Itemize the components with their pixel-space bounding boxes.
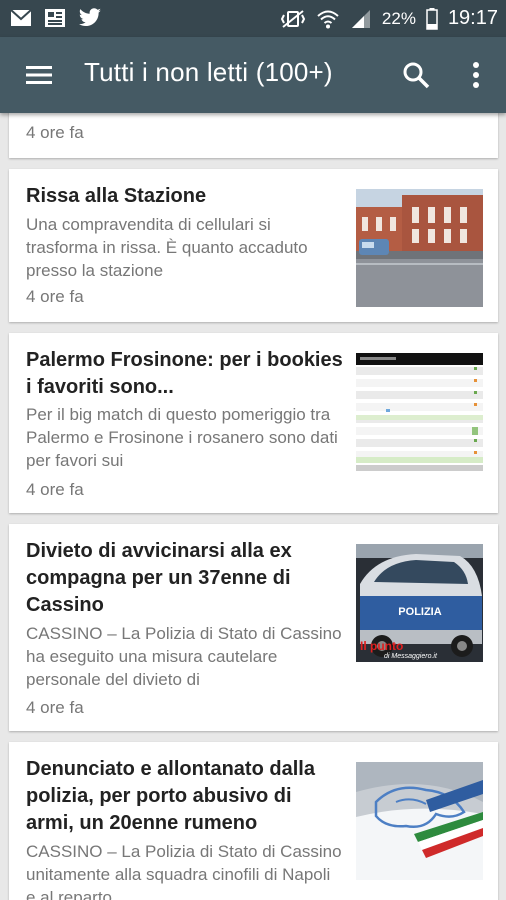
article-title: Palermo Frosinone: per i bookies i favor…: [26, 349, 343, 398]
thumbnail-watermark: Il punto: [360, 639, 403, 653]
vibrate-mode-icon: [280, 9, 306, 28]
article-thumbnail: [356, 353, 483, 471]
article-card[interactable]: Denunciato e allontanato dalla polizia, …: [9, 742, 498, 900]
signal-icon: [351, 9, 370, 28]
article-excerpt: CASSINO – La Polizia di Stato di Cassino…: [26, 624, 342, 689]
status-bar: 22% 19:17: [0, 0, 506, 37]
notification-icons: [10, 8, 102, 28]
system-icons: 22% 19:17: [280, 0, 498, 37]
article-time: 4 ore fa: [26, 287, 84, 306]
article-excerpt: CASSINO – La Polizia di Stato di Cassino…: [26, 842, 342, 900]
article-card[interactable]: Palermo Frosinone: per i bookies i favor…: [9, 333, 498, 513]
article-thumbnail: POLIZIA Il punto di Messaggiero.it: [356, 544, 483, 662]
clock: 19:17: [447, 7, 498, 29]
page-title: Tutti i non letti (100+): [84, 57, 333, 87]
article-title: Rissa alla Stazione: [26, 185, 207, 207]
article-feed[interactable]: 4 ore fa Rissa alla Stazione Una comprav…: [0, 113, 506, 900]
article-thumbnail: [356, 189, 483, 307]
thumbnail-watermark: di Messaggiero.it: [384, 653, 438, 660]
article-card[interactable]: Rissa alla Stazione Una compravendita di…: [9, 169, 498, 322]
search-icon[interactable]: [400, 59, 432, 91]
battery-icon: [426, 7, 438, 30]
menu-icon[interactable]: [24, 61, 54, 89]
overflow-menu-icon[interactable]: [466, 59, 486, 91]
news-app-icon: [45, 9, 65, 27]
battery-percent: 22%: [381, 8, 416, 28]
article-thumbnail: [356, 762, 483, 880]
wifi-icon: [317, 10, 339, 28]
app-bar: Tutti i non letti (100+): [0, 37, 506, 113]
article-card[interactable]: Divieto di avvicinarsi alla ex compagna …: [9, 524, 498, 731]
article-time: 4 ore fa: [26, 698, 84, 717]
article-time: 4 ore fa: [26, 123, 84, 142]
article-card[interactable]: 4 ore fa: [9, 113, 498, 158]
article-title: Denunciato e allontanato dalla polizia, …: [26, 758, 315, 834]
twitter-icon: [78, 8, 101, 26]
article-excerpt: Una compravendita di cellulari si trasfo…: [26, 215, 308, 280]
thumbnail-police-text: POLIZIA: [398, 606, 441, 618]
article-excerpt: Per il big match di questo pomeriggio tr…: [26, 405, 338, 470]
email-icon: [10, 9, 32, 26]
article-title: Divieto di avvicinarsi alla ex compagna …: [26, 540, 292, 616]
article-time: 4 ore fa: [26, 480, 84, 499]
